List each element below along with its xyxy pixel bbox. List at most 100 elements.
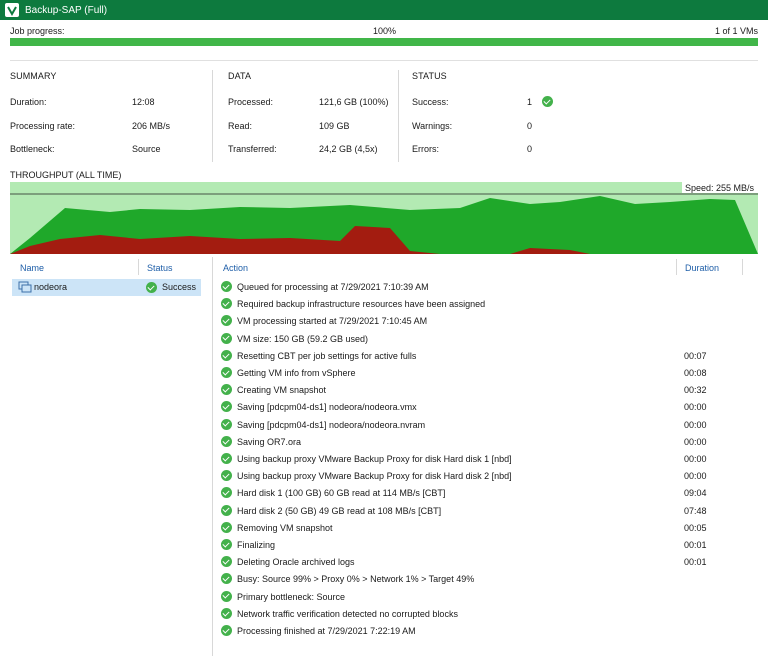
success-check-icon (221, 367, 232, 378)
window-title: Backup-SAP (Full) (25, 4, 108, 16)
action-log-row[interactable]: Primary bottleneck: Source (221, 589, 751, 605)
vm-count: 1 of 1 VMs (714, 26, 758, 36)
success-check-icon (221, 539, 232, 550)
action-text: Getting VM info from vSphere (237, 368, 356, 378)
job-progress-label: Job progress: (10, 26, 65, 36)
action-text: Deleting Oracle archived logs (237, 557, 355, 568)
action-log-row[interactable]: Creating VM snapshot 00:32 (221, 382, 751, 398)
success-check-icon (221, 470, 232, 482)
column-separator (742, 259, 743, 275)
action-log-row[interactable]: Finalizing 00:01 (221, 537, 751, 553)
throughput-chart: Speed: 255 MB/s (10, 182, 758, 254)
action-column-header[interactable]: Action (223, 263, 248, 273)
status-success-value: 1 (527, 97, 533, 107)
action-duration: 00:05 (684, 522, 707, 533)
action-text: Resetting CBT per job settings for activ… (237, 350, 417, 361)
success-check-icon (221, 521, 232, 533)
action-log-row[interactable]: Resetting CBT per job settings for activ… (221, 348, 751, 364)
action-text: Removing VM snapshot (237, 522, 333, 533)
success-check-icon (221, 315, 232, 327)
action-text: Saving OR7.ora (237, 436, 302, 447)
action-log-row[interactable]: Queued for processing at 7/29/2021 7:10:… (221, 279, 751, 295)
action-log-row[interactable]: Removing VM snapshot 00:05 (221, 520, 751, 536)
divider (10, 60, 758, 61)
action-text: Using backup proxy VMware Backup Proxy f… (237, 471, 512, 482)
status-warnings-label: Warnings: (412, 121, 453, 131)
title-bar: Backup-SAP (Full) (0, 0, 768, 20)
action-log-row[interactable]: Saving [pdcpm04-ds1] nodeora/nodeora.nvr… (221, 417, 751, 433)
summary-duration-value: 12:08 (132, 97, 155, 107)
action-text: Saving [pdcpm04-ds1] nodeora/nodeora.vmx (237, 402, 417, 413)
action-log-row[interactable]: Busy: Source 99% > Proxy 0% > Network 1%… (221, 571, 751, 587)
action-duration: 00:00 (684, 402, 707, 413)
throughput-heading: THROUGHPUT (ALL TIME) (10, 170, 122, 180)
success-check-icon (221, 453, 232, 464)
success-check-icon (542, 96, 553, 107)
summary-bottleneck-label: Bottleneck: (10, 144, 55, 154)
summary-rate-value: 206 MB/s (132, 121, 171, 131)
action-duration: 00:07 (684, 350, 707, 361)
data-read-value: 109 GB (319, 121, 350, 131)
success-check-icon (221, 349, 232, 361)
duration-column-header[interactable]: Duration (685, 263, 719, 273)
vm-column-name[interactable]: Name (20, 263, 44, 273)
success-check-icon (221, 607, 232, 619)
summary-section: SUMMARY (10, 71, 57, 81)
action-duration: 00:00 (684, 454, 707, 464)
success-check-icon (221, 504, 232, 516)
action-duration: 00:01 (684, 540, 707, 550)
action-log-row[interactable]: Network traffic verification detected no… (221, 606, 751, 622)
action-log-row[interactable]: Getting VM info from vSphere 00:08 (221, 365, 751, 381)
action-log-row[interactable]: Hard disk 1 (100 GB) 60 GB read at 114 M… (221, 485, 751, 501)
action-log-row[interactable]: Required backup infrastructure resources… (221, 296, 751, 312)
column-separator (138, 259, 139, 275)
action-log-row[interactable]: Using backup proxy VMware Backup Proxy f… (221, 451, 751, 467)
action-log-row[interactable]: Saving [pdcpm04-ds1] nodeora/nodeora.vmx… (221, 399, 751, 415)
data-read-label: Read: (228, 121, 253, 131)
vm-column-status[interactable]: Status (147, 263, 173, 273)
status-success-label: Success: (412, 97, 449, 107)
action-duration: 00:32 (684, 385, 707, 396)
data-transferred-label: Transferred: (228, 144, 277, 154)
success-check-icon (221, 487, 232, 499)
success-check-icon (221, 332, 232, 344)
action-log-row[interactable]: Using backup proxy VMware Backup Proxy f… (221, 468, 751, 484)
pane-separator (212, 257, 213, 656)
action-log-row[interactable]: Saving OR7.ora 00:00 (221, 434, 751, 450)
column-separator (676, 259, 677, 275)
section-separator (212, 70, 213, 162)
action-log-row[interactable]: Processing finished at 7/29/2021 7:22:19… (221, 623, 751, 639)
status-errors-value: 0 (527, 144, 533, 154)
action-text: VM processing started at 7/29/2021 7:10:… (237, 316, 428, 327)
vm-name: nodeora (34, 282, 68, 292)
vm-status: Success (162, 282, 197, 292)
job-progress-bar (10, 38, 758, 46)
action-text: VM size: 150 GB (59.2 GB used) (237, 333, 369, 344)
data-section: DATA (228, 71, 251, 81)
action-duration: 00:00 (684, 419, 707, 430)
summary-duration-label: Duration: (10, 97, 47, 107)
success-check-icon (221, 298, 232, 310)
action-text: Busy: Source 99% > Proxy 0% > Network 1%… (237, 574, 475, 585)
job-progress-row: Job progress: 100% 1 of 1 VMs (10, 25, 758, 39)
vm-row-nodeora[interactable]: nodeora Success (12, 279, 201, 296)
section-separator (398, 70, 399, 162)
action-log-row[interactable]: VM size: 150 GB (59.2 GB used) (221, 331, 751, 347)
action-text: Primary bottleneck: Source (237, 591, 346, 602)
action-log-row[interactable]: VM processing started at 7/29/2021 7:10:… (221, 313, 751, 329)
action-text: Processing finished at 7/29/2021 7:22:19… (237, 626, 416, 636)
action-log-row[interactable]: Hard disk 2 (50 GB) 49 GB read at 108 MB… (221, 503, 751, 519)
summary-bottleneck-value: Source (132, 144, 161, 154)
status-errors-label: Errors: (412, 144, 439, 154)
success-check-icon (221, 281, 232, 292)
success-check-icon (221, 556, 232, 568)
success-check-icon (221, 590, 232, 602)
status-heading: STATUS (412, 71, 447, 81)
success-check-icon (221, 418, 232, 430)
action-log-row[interactable]: Deleting Oracle archived logs 00:01 (221, 554, 751, 570)
data-processed-label: Processed: (228, 97, 274, 107)
job-progress-fill (10, 38, 758, 46)
vm-icon (18, 281, 32, 293)
success-check-icon (221, 401, 232, 413)
action-text: Queued for processing at 7/29/2021 7:10:… (237, 282, 429, 292)
